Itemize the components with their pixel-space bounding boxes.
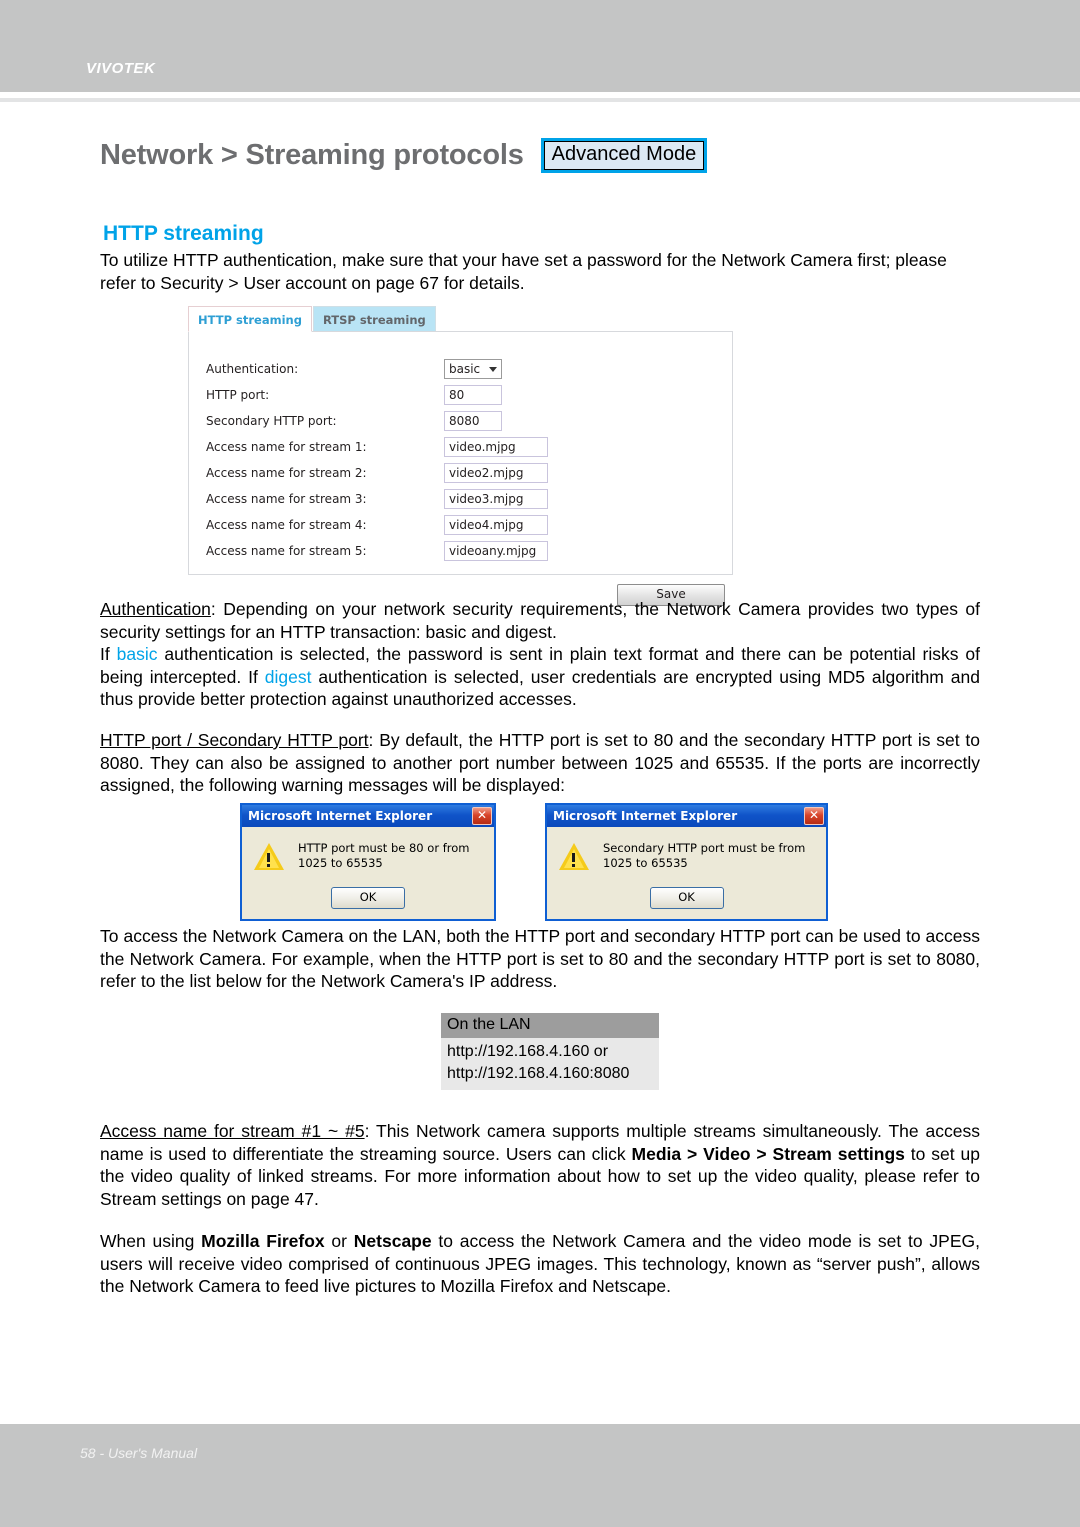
warning-icon	[559, 842, 589, 870]
secondary-http-port-input[interactable]: 8080	[444, 411, 502, 431]
label-access-name-stream-1: Access name for stream 1:	[206, 440, 367, 454]
row-access-name-stream-1: Access name for stream 1: video.mjpg	[206, 434, 706, 460]
header-divider	[0, 98, 1080, 102]
tab-http-streaming[interactable]: HTTP streaming	[188, 306, 312, 332]
label-http-port: HTTP port:	[206, 388, 270, 402]
paragraph-browsers-part1: When using	[100, 1231, 202, 1251]
dialog-titlebar: Microsoft Internet Explorer ✕	[547, 805, 826, 827]
row-access-name-stream-2: Access name for stream 2: video2.mjpg	[206, 460, 706, 486]
paragraph-http-port: HTTP port / Secondary HTTP port: By defa…	[100, 729, 980, 797]
lan-table-body: http://192.168.4.160 or http://192.168.4…	[441, 1038, 659, 1090]
page-footer-bar: 58 - User's Manual	[0, 1424, 1080, 1527]
close-icon[interactable]: ✕	[804, 807, 824, 825]
advanced-mode-badge[interactable]: Advanced Mode	[540, 138, 708, 173]
row-http-port: HTTP port: 80	[206, 382, 706, 408]
access-name-stream-3-input[interactable]: video3.mjpg	[444, 489, 548, 509]
footer-page-label: 58 - User's Manual	[80, 1445, 198, 1461]
lan-url-line-1: http://192.168.4.160 or	[447, 1043, 609, 1060]
label-access-name-stream-5: Access name for stream 5:	[206, 544, 367, 558]
dialog-secondary-http-port-warning: Microsoft Internet Explorer ✕ Secondary …	[545, 803, 828, 921]
row-access-name-stream-3: Access name for stream 3: video3.mjpg	[206, 486, 706, 512]
browser-netscape: Netscape	[353, 1231, 432, 1251]
label-access-name-stream-4: Access name for stream 4:	[206, 518, 367, 532]
dialog-title: Microsoft Internet Explorer	[553, 809, 738, 823]
row-access-name-stream-4: Access name for stream 4: video4.mjpg	[206, 512, 706, 538]
dialog-message: HTTP port must be 80 or from 1025 to 655…	[298, 841, 470, 870]
settings-form-panel: Authentication: basic HTTP port: 80 Seco…	[188, 331, 733, 575]
paragraph-authentication-line1: : Depending on your network security req…	[100, 599, 980, 642]
http-port-input[interactable]: 80	[444, 385, 502, 405]
paragraph-authentication-detail: If basic authentication is selected, the…	[100, 643, 980, 711]
dialog-buttons: OK	[547, 875, 826, 919]
dialog-titlebar: Microsoft Internet Explorer ✕	[242, 805, 494, 827]
dialog-http-port-warning: Microsoft Internet Explorer ✕ HTTP port …	[240, 803, 496, 921]
chevron-down-icon	[489, 366, 497, 372]
advanced-mode-label: Advanced Mode	[543, 141, 705, 170]
tab-rtsp-streaming[interactable]: RTSP streaming	[312, 306, 436, 332]
ok-button[interactable]: OK	[649, 887, 724, 909]
page-header-bar: VIVOTEK	[0, 0, 1080, 92]
close-icon[interactable]: ✕	[472, 807, 492, 825]
term-access-name: Access name for stream #1 ~ #5	[100, 1121, 365, 1141]
browser-mozilla-firefox: Mozilla Firefox	[201, 1231, 325, 1251]
access-name-stream-1-input[interactable]: video.mjpg	[444, 437, 548, 457]
keyword-digest: digest	[264, 666, 312, 687]
lan-url-line-2: http://192.168.4.160:8080	[447, 1065, 630, 1082]
access-name-stream-4-input[interactable]: video4.mjpg	[444, 515, 548, 535]
camera-settings-panel: HTTP streaming RTSP streaming Authentica…	[188, 305, 733, 606]
page-title: Network > Streaming protocols	[100, 139, 524, 171]
label-authentication: Authentication:	[206, 362, 299, 376]
authentication-select-value: basic	[449, 362, 481, 376]
label-access-name-stream-3: Access name for stream 3:	[206, 492, 367, 506]
dialog-title: Microsoft Internet Explorer	[248, 809, 433, 823]
section-intro-paragraph: To utilize HTTP authentication, make sur…	[100, 250, 947, 293]
paragraph-lan-access: To access the Network Camera on the LAN,…	[100, 926, 980, 991]
paragraph-browsers-part2: or	[324, 1231, 354, 1251]
lan-url-table: On the LAN http://192.168.4.160 or http:…	[441, 1013, 659, 1090]
warning-icon	[254, 842, 284, 870]
page-title-row: Network > Streaming protocols Advanced M…	[100, 138, 708, 173]
paragraph-access-name: Access name for stream #1 ~ #5: This Net…	[100, 1120, 980, 1210]
dialog-buttons: OK	[242, 875, 494, 919]
access-name-stream-2-input[interactable]: video2.mjpg	[444, 463, 548, 483]
lan-table-header: On the LAN	[441, 1013, 659, 1038]
brand-logo: VIVOTEK	[86, 60, 156, 77]
row-secondary-http-port: Secondary HTTP port: 8080	[206, 408, 706, 434]
paragraph-authentication: Authentication: Depending on your networ…	[100, 598, 980, 643]
authentication-select[interactable]: basic	[444, 359, 502, 379]
paragraph-auth-part-a: If	[100, 644, 117, 664]
paragraph-access-name-bold: Media > Video > Stream settings	[631, 1143, 905, 1164]
label-access-name-stream-2: Access name for stream 2:	[206, 466, 367, 480]
term-authentication: Authentication	[100, 599, 211, 619]
dialog-message: Secondary HTTP port must be from 1025 to…	[603, 841, 806, 870]
dialog-body: HTTP port must be 80 or from 1025 to 655…	[242, 827, 494, 875]
paragraph-browsers: When using Mozilla Firefox or Netscape t…	[100, 1230, 980, 1298]
tab-bar: HTTP streaming RTSP streaming	[188, 305, 733, 332]
dialog-body: Secondary HTTP port must be from 1025 to…	[547, 827, 826, 875]
ok-button[interactable]: OK	[331, 887, 405, 909]
access-name-stream-5-input[interactable]: videoany.mjpg	[444, 541, 548, 561]
section-title-http-streaming: HTTP streaming	[103, 222, 264, 245]
row-authentication: Authentication: basic	[206, 356, 706, 382]
label-secondary-http-port: Secondary HTTP port:	[206, 414, 337, 428]
term-http-port: HTTP port / Secondary HTTP port	[100, 730, 369, 750]
keyword-basic: basic	[116, 644, 158, 664]
row-access-name-stream-5: Access name for stream 5: videoany.mjpg	[206, 538, 706, 564]
